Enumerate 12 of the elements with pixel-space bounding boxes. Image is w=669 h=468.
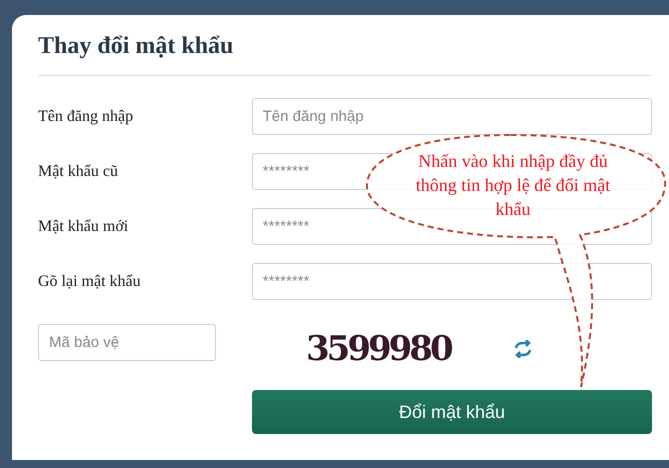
captcha-image: 3599980 [306,332,451,366]
field-label: Gõ lại mật khẩu [38,272,142,292]
field-label: Tên đăng nhập [38,106,134,126]
form-title: Thay đổi mật khẩu [38,32,234,61]
callout-text: Nhấn vào khi nhập đầy đủ thông tin hợp lệ để đổi mật khẩu [414,150,612,221]
field-label: Mật khẩu cũ [38,162,119,182]
field-label: Mật khẩu mới [38,216,130,236]
refresh-icon[interactable] [512,340,533,358]
submit-button[interactable]: Đổi mật khẩu [252,390,652,434]
input-field[interactable]: Tên đăng nhập [252,98,652,135]
captcha-field[interactable]: Mã bảo vệ [38,324,216,360]
input-field[interactable]: ******** [252,263,652,300]
